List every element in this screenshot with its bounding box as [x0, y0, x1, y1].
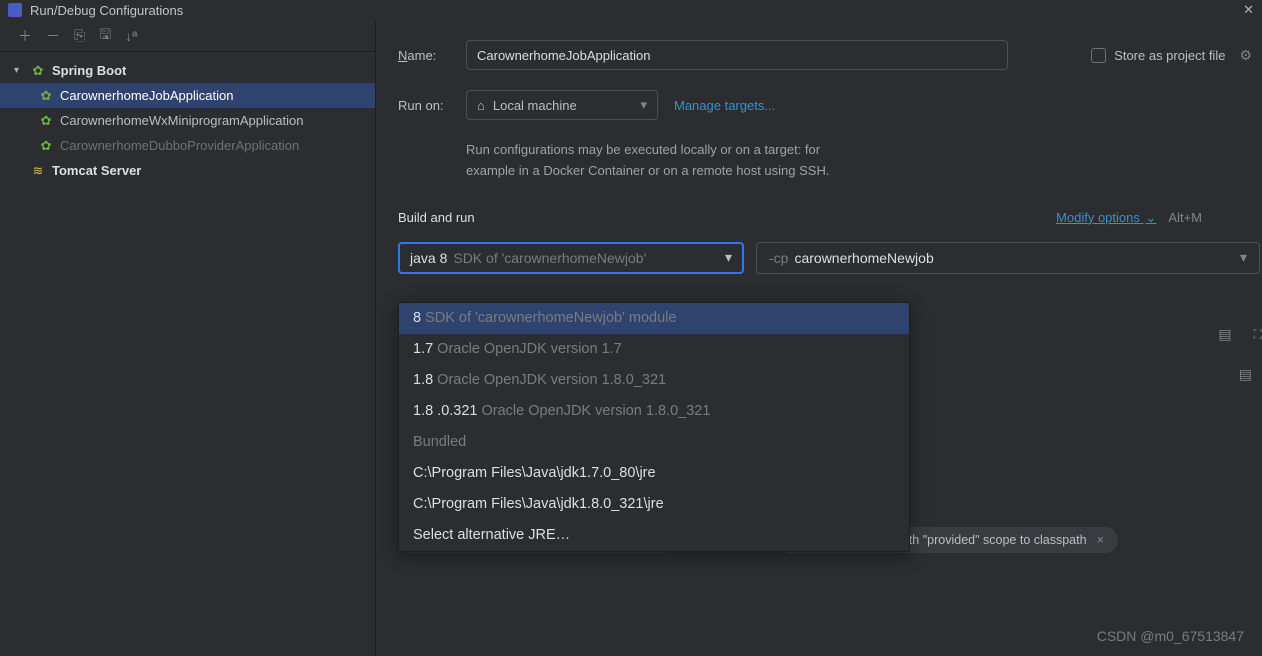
run-on-label: Run on:	[398, 98, 466, 113]
modify-options-link[interactable]: Modify options ⌄	[1056, 210, 1156, 226]
manage-targets-link[interactable]: Manage targets...	[674, 98, 775, 113]
expand-icon[interactable]: ⛶	[1254, 327, 1262, 342]
dropdown-item[interactable]: Select alternative JRE…	[399, 520, 909, 551]
dropdown-item[interactable]: C:\Program Files\Java\jdk1.7.0_80\jre	[399, 458, 909, 489]
dropdown-item[interactable]: 1.8 .0.321Oracle OpenJDK version 1.8.0_3…	[399, 396, 909, 427]
tomcat-icon: ≋	[30, 163, 46, 179]
jdk-primary: java 8	[410, 250, 447, 266]
tree-spring-root[interactable]: ▾ ✿ Spring Boot	[0, 58, 375, 83]
cp-flag: -cp	[769, 250, 788, 266]
remove-icon[interactable]: －	[46, 26, 60, 46]
title-bar: Run/Debug Configurations ✕	[0, 0, 1262, 20]
chevron-down-icon: ▾	[1240, 249, 1247, 266]
jdk-secondary: SDK of 'carownerhomeNewjob'	[453, 250, 646, 266]
inline-edit-icon[interactable]: ▤	[1239, 366, 1252, 383]
tree-label: CarownerhomeDubboProviderApplication	[60, 138, 299, 153]
spring-icon: ✿	[30, 63, 46, 79]
sort-icon[interactable]: ↓ª	[125, 28, 137, 44]
tree-label: CarownerhomeWxMiniprogramApplication	[60, 113, 303, 128]
field-actions: ▤	[1239, 366, 1262, 383]
watermark: CSDN @m0_67513847	[1097, 628, 1244, 644]
chevron-down-icon: ⌄	[1146, 210, 1157, 225]
copy-icon[interactable]: ⎘	[74, 27, 85, 44]
name-label: Name:	[398, 48, 466, 63]
shortcut-hint: Alt+M	[1168, 210, 1202, 225]
jdk-select[interactable]: java 8 SDK of 'carownerhomeNewjob' ▾	[398, 242, 744, 274]
gear-icon[interactable]: ⚙	[1239, 47, 1252, 64]
tree-label: CarownerhomeJobApplication	[60, 88, 233, 103]
home-icon: ⌂	[477, 98, 485, 113]
save-icon[interactable]: 🖫	[99, 24, 111, 48]
right-panel: Name: Store as project file ⚙ Run on: ⌂ …	[376, 20, 1262, 656]
chip-close-icon[interactable]: ×	[1097, 533, 1104, 547]
chevron-down-icon: ▾	[725, 249, 732, 266]
classpath-select[interactable]: -cp carownerhomeNewjob ▾	[756, 242, 1260, 274]
store-checkbox[interactable]	[1091, 48, 1106, 63]
jdk-dropdown: 8SDK of 'carownerhomeNewjob' module 1.7O…	[398, 302, 910, 552]
spring-icon: ✿	[38, 88, 54, 104]
window-title: Run/Debug Configurations	[30, 3, 183, 18]
config-toolbar: ＋ － ⎘ 🖫 ↓ª	[0, 20, 375, 52]
add-icon[interactable]: ＋	[18, 26, 32, 46]
cp-value: carownerhomeNewjob	[794, 250, 933, 266]
name-input[interactable]	[466, 40, 1008, 70]
tree-item-config[interactable]: ✿ CarownerhomeDubboProviderApplication	[0, 133, 375, 158]
dropdown-item[interactable]: C:\Program Files\Java\jdk1.8.0_321\jre	[399, 489, 909, 520]
chevron-down-icon: ▾	[14, 65, 26, 76]
tree-label: Spring Boot	[52, 63, 126, 78]
tree-item-config[interactable]: ✿ CarownerhomeJobApplication	[0, 83, 375, 108]
run-on-value: Local machine	[493, 98, 577, 113]
spring-icon: ✿	[38, 113, 54, 129]
store-label: Store as project file	[1114, 48, 1225, 63]
dropdown-item[interactable]: 8SDK of 'carownerhomeNewjob' module	[399, 303, 909, 334]
tree-tomcat-root[interactable]: ≋ Tomcat Server	[0, 158, 375, 183]
tree-item-config[interactable]: ✿ CarownerhomeWxMiniprogramApplication	[0, 108, 375, 133]
dropdown-item[interactable]: 1.7Oracle OpenJDK version 1.7	[399, 334, 909, 365]
run-on-select[interactable]: ⌂ Local machine ▾	[466, 90, 658, 120]
config-tree: ▾ ✿ Spring Boot ✿ CarownerhomeJobApplica…	[0, 52, 375, 183]
left-panel: ＋ － ⎘ 🖫 ↓ª ▾ ✿ Spring Boot ✿ Carownerhom…	[0, 20, 376, 656]
spring-icon: ✿	[38, 138, 54, 154]
help-text: Run configurations may be executed local…	[466, 140, 1066, 182]
tree-label: Tomcat Server	[52, 163, 141, 178]
app-icon	[8, 3, 22, 17]
close-icon[interactable]: ✕	[1235, 0, 1262, 20]
chevron-down-icon: ▾	[640, 97, 647, 113]
dropdown-item[interactable]: 1.8Oracle OpenJDK version 1.8.0_321	[399, 365, 909, 396]
dropdown-section: Bundled	[399, 427, 909, 458]
build-run-title: Build and run	[398, 210, 475, 225]
field-actions: ▤ ⛶	[1218, 326, 1262, 343]
inline-edit-icon[interactable]: ▤	[1218, 326, 1231, 343]
